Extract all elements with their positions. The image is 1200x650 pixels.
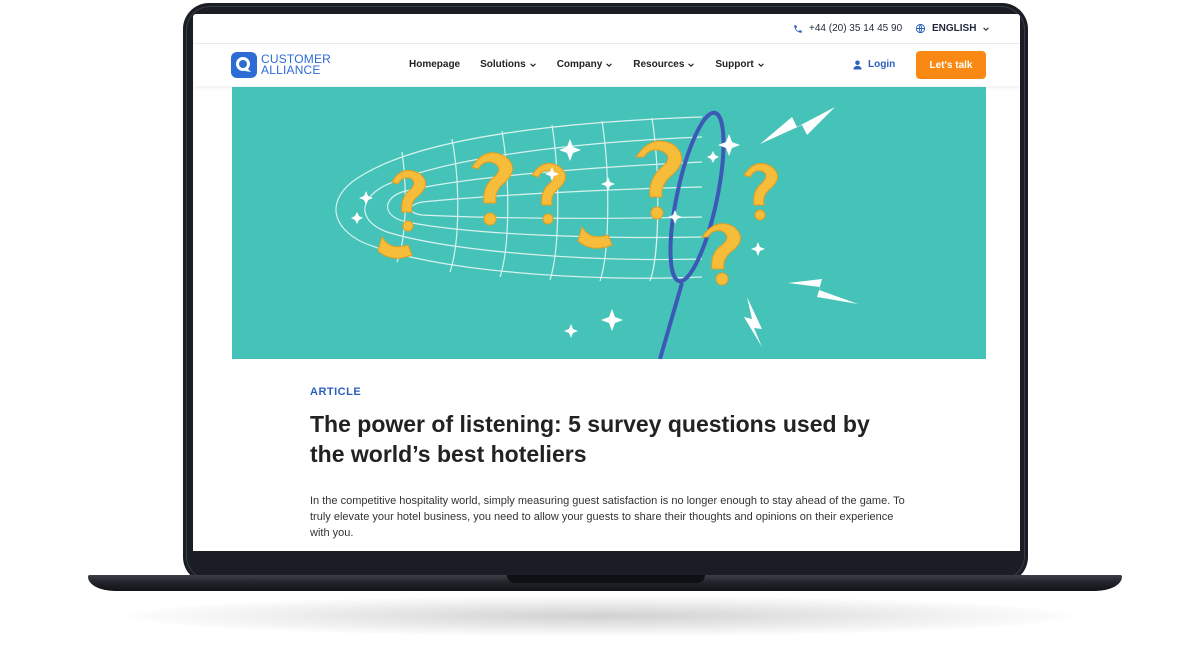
logo-icon [231,52,257,78]
nav-item-label: Solutions [480,59,526,70]
nav-item-label: Support [715,59,754,70]
nav-item-resources[interactable]: Resources [633,59,695,70]
nav-item-label: Company [556,59,603,70]
nav-menu: Homepage Solutions Company Resources Sup… [409,59,765,70]
chevron-down-icon [982,25,990,33]
main-navigation: CUSTOMER ALLIANCE Homepage Solutions Com… [193,44,1020,86]
article-title: The power of listening: 5 survey questio… [310,411,870,467]
hero-illustration [232,87,986,359]
nav-item-support[interactable]: Support [715,59,764,70]
phone-link[interactable]: +44 (20) 35 14 45 90 [793,23,902,34]
nav-item-homepage[interactable]: Homepage [409,59,460,70]
language-selector[interactable]: ENGLISH [915,23,990,34]
logo-text-line2: ALLIANCE [261,63,321,77]
chevron-down-icon [529,61,537,69]
nav-item-company[interactable]: Company [557,59,614,70]
chevron-down-icon [757,61,765,69]
globe-icon [915,23,926,34]
language-label: ENGLISH [932,23,977,34]
laptop-notch [507,575,705,583]
nav-item-solutions[interactable]: Solutions [480,59,537,70]
login-link[interactable]: Login [853,59,895,70]
user-icon [853,60,862,70]
article-lead: In the competitive hospitality world, si… [310,495,905,539]
nav-item-label: Homepage [409,59,461,70]
utility-bar: +44 (20) 35 14 45 90 ENGLISH [193,14,1020,44]
login-label: Login [868,59,896,70]
article-header: ARTICLE The power of listening: 5 survey… [310,386,910,541]
article-kicker: ARTICLE [310,386,362,398]
brand-logo[interactable]: CUSTOMER ALLIANCE [231,52,331,78]
phone-number: +44 (20) 35 14 45 90 [809,23,903,34]
chevron-down-icon [687,61,695,69]
lets-talk-button[interactable]: Let's talk [916,51,986,79]
butterfly-net-illustration [335,107,858,359]
phone-icon [793,24,803,34]
nav-item-label: Resources [633,59,685,70]
chevron-down-icon [605,61,613,69]
laptop-shadow [130,596,1070,636]
browser-screen: +44 (20) 35 14 45 90 ENGLISH CUSTOMER AL… [193,14,1020,551]
